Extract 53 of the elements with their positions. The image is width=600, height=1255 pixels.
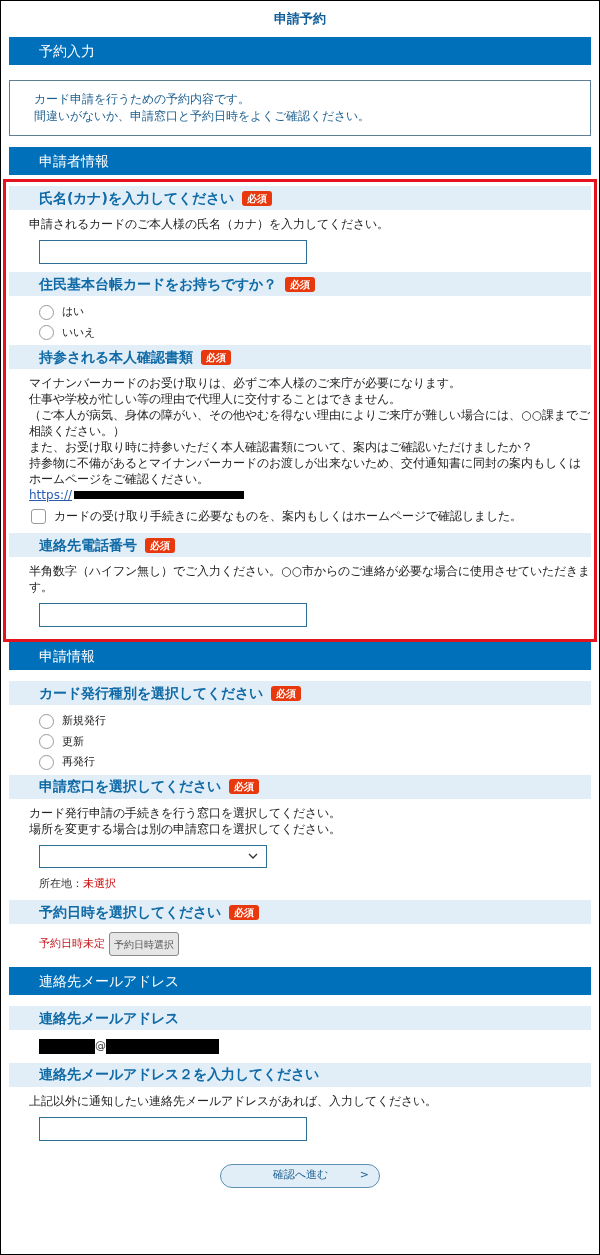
field-label: 予約日時を選択してください <box>39 902 221 922</box>
description-text: 申請されるカードのご本人様の氏名（カナ）を入力してください。 <box>28 216 390 232</box>
field-label: 連絡先メールアドレス <box>39 1008 179 1028</box>
url-link[interactable]: https:// <box>29 487 72 503</box>
notice-text: カード申請を行うための予約内容です。 間違いがないか、申請窓口と予約日時をよくご確認ください。 <box>34 91 371 125</box>
required-badge: 必須 <box>201 349 231 365</box>
radio-label: いいえ <box>62 324 95 341</box>
page-title: 申請予約 <box>273 10 327 28</box>
date-status: 予約日時未定 <box>39 935 105 952</box>
location-value: 未選択 <box>83 875 116 892</box>
radio-button[interactable] <box>39 734 54 750</box>
description-text: 上記以外に通知したい連絡先メールアドレスがあれば、入力してください。 <box>28 1092 438 1109</box>
input-field[interactable] <box>39 603 307 627</box>
field-label: 持参される本人確認書類 <box>39 347 193 367</box>
required-badge: 必須 <box>271 685 301 701</box>
radio-label: はい <box>62 304 84 320</box>
radio-label: 再発行 <box>62 754 95 770</box>
field-label: 申請窓口を選択してください <box>39 777 221 796</box>
location-label: 所在地： <box>39 875 83 892</box>
chevron-down-icon <box>248 853 258 859</box>
description-text: マイナンバーカードのお受け取りは、必ずご本人様のご来庁が必要になります。 仕事や学校が忙しい等の理由で代理人に交付することはできません。 （ご本人が病気、身体の障がい、その他やむを得ない理由によりご来庁が難しい場合には、○○課までご相談ください。） また、お受け取り時に持参いただく本人確認書類について、案内はご確認いただけましたか？ 持参物に不備があるとマイナンバーカードのお渡しが出来ないため、交付通知書に同封の案内もしくはホームページをご確認ください。 <box>28 375 591 487</box>
section-header: 申請情報 <box>9 642 591 670</box>
checkbox-label: カードの受け取り手続きに必要なものを、案内もしくはホームページで確認しました。 <box>54 508 522 525</box>
redaction-block <box>39 1038 95 1054</box>
radio-label: 新規発行 <box>62 713 106 729</box>
section-header: 予約入力 <box>9 37 591 65</box>
radio-button[interactable] <box>39 325 54 341</box>
checkbox[interactable] <box>31 508 46 524</box>
required-badge: 必須 <box>229 904 259 920</box>
radio-button[interactable] <box>39 304 54 320</box>
field-label: カード発行種別を選択してください <box>39 683 263 703</box>
radio-label: 更新 <box>62 733 84 750</box>
select-field[interactable] <box>39 844 267 868</box>
required-badge: 必須 <box>241 190 272 206</box>
required-badge: 必須 <box>145 537 175 553</box>
email-at-sign: @ <box>95 1038 106 1054</box>
arrow-glyph: > <box>359 1167 369 1184</box>
description-text: 半角数字（ハイフン無し）でご入力ください。○○市からのご連絡が必要な場合に使用させていただきます。 <box>28 563 591 595</box>
radio-button[interactable] <box>39 754 54 770</box>
date-select-button[interactable]: 予約日時選択 <box>109 932 179 956</box>
field-label: 住民基本台帳カードをお持ちですか？ <box>39 274 277 294</box>
section-header: 申請者情報 <box>9 147 591 175</box>
section-header: 連絡先メールアドレス <box>9 967 591 995</box>
field-label: 連絡先メールアドレス２を入力してください <box>39 1065 319 1084</box>
description-text: カード発行申請の手続きを行う窓口を選択してください。 場所を変更する場合は別の申請窓口を選択してください。 <box>28 804 342 837</box>
field-label: 氏名(カナ)を入力してください <box>39 188 234 208</box>
confirm-button[interactable]: 確認へ進む > <box>220 1163 380 1188</box>
radio-button[interactable] <box>39 713 54 729</box>
field-label: 連絡先電話番号 <box>39 535 137 555</box>
input-field[interactable] <box>39 240 307 264</box>
required-badge: 必須 <box>285 276 315 292</box>
required-badge: 必須 <box>229 779 259 794</box>
input-field[interactable] <box>39 1116 307 1141</box>
